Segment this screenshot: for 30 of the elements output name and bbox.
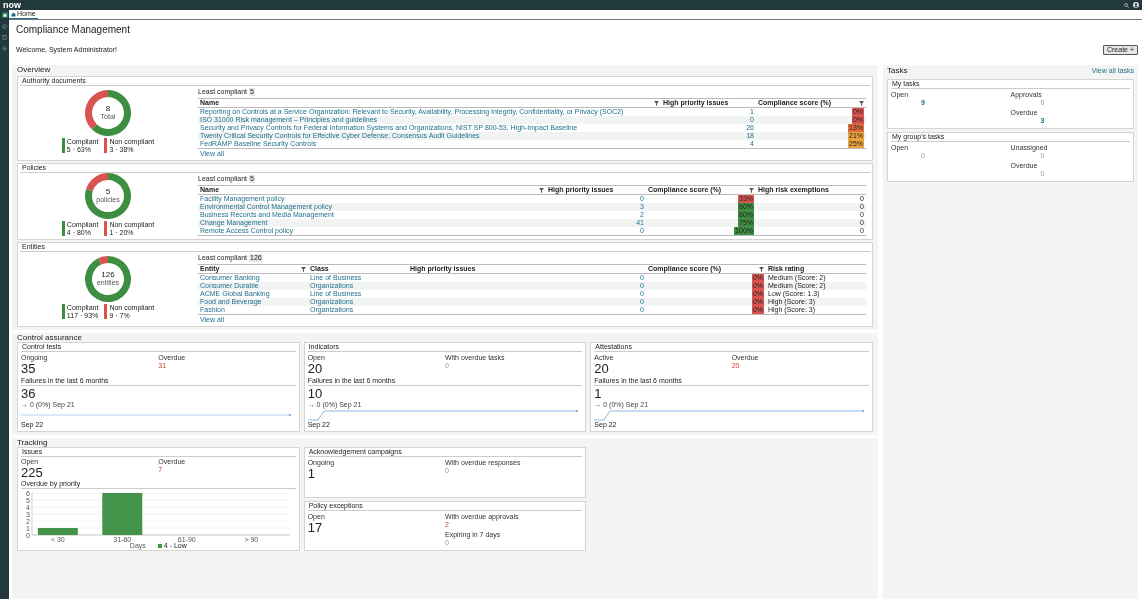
page-title: Compliance Management [16,24,131,35]
house-icon [11,11,16,17]
metric-value: 225 [21,466,43,480]
metric-value: 1 [594,387,602,401]
metric-value: 36 [21,387,36,401]
section-title: Tasks [887,66,908,75]
logo[interactable]: now [3,0,21,10]
filter-icon[interactable] [749,187,754,193]
section-title: Tracking [17,438,48,447]
document-icon[interactable] [2,35,7,40]
metric-value: 17 [307,520,323,535]
filter-icon[interactable] [654,100,659,106]
metric-value: 10 [307,387,323,401]
section-title: Overview [17,65,51,74]
home-icon[interactable] [1,12,8,18]
metric-value: 1 [307,467,315,481]
metric-value: 35 [21,362,36,376]
donut-total: 8 [105,105,111,113]
filter-icon[interactable] [301,266,306,272]
filter-icon[interactable] [759,266,764,272]
filter-icon[interactable] [859,100,864,106]
metric-value: 20 [307,362,323,376]
filter-icon[interactable] [539,187,544,193]
donut-total: 126 [101,271,115,279]
avatar-icon[interactable] [1133,2,1139,8]
section-title: Control assurance [17,333,82,342]
metric-value: 20 [594,362,609,376]
donut-total: 5 [105,188,111,196]
search-icon[interactable] [1124,2,1129,8]
check-icon[interactable] [2,24,7,29]
